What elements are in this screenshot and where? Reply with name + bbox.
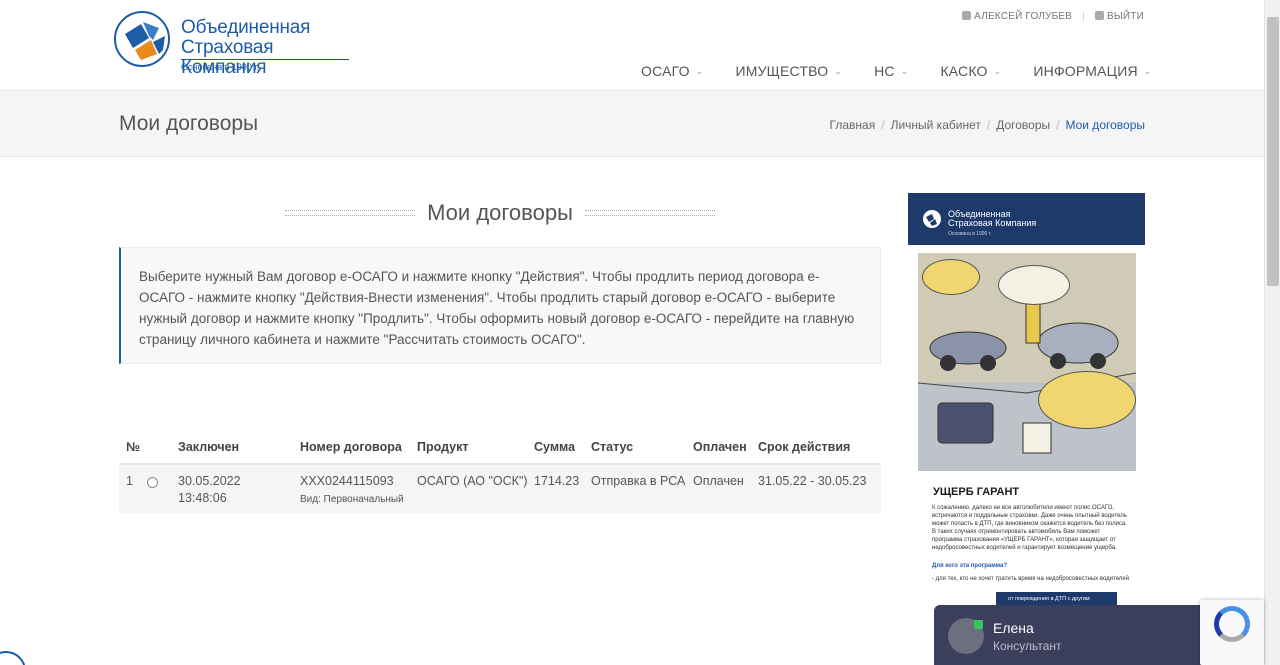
logo-subtitle: Основана в 1990 г.	[181, 62, 260, 72]
chevron-down-icon: ⌄	[695, 65, 704, 76]
nav-item-ns[interactable]: НС ⌄	[874, 63, 908, 79]
nav-label: ОСАГО	[641, 63, 690, 79]
logo-line-1: Объединенная	[181, 17, 311, 38]
nav-item-kasko[interactable]: КАСКО ⌄	[940, 63, 1001, 79]
logo-underline	[181, 59, 349, 60]
heading-decor-right	[584, 210, 716, 216]
chevron-down-icon: ⌄	[993, 65, 1002, 76]
nav-label: ИНФОРМАЦИЯ	[1033, 63, 1138, 79]
section-heading: Мои договоры	[285, 200, 716, 226]
site-header: Объединенная Страховая Компания Основана…	[0, 0, 1264, 91]
chevron-down-icon: ⌄	[900, 65, 909, 76]
nav-label: КАСКО	[940, 63, 988, 79]
breadcrumb-contracts[interactable]: Договоры	[996, 118, 1050, 132]
header-amount: Сумма	[534, 440, 576, 454]
row-contract: XXX0244115093 Вид: Первоначальный	[300, 473, 417, 513]
page-scrollbar[interactable]	[1264, 0, 1280, 665]
online-status-icon	[974, 620, 983, 629]
user-name: АЛЕКСЕЙ ГОЛУБЕВ	[974, 11, 1073, 22]
nav-item-info[interactable]: ИНФОРМАЦИЯ ⌄	[1033, 63, 1151, 79]
nav-label: ИМУЩЕСТВО	[735, 63, 829, 79]
banner-title: УЩЕРБ ГАРАНТ	[933, 486, 1020, 498]
table-row[interactable]: 1 30.05.2022 13:48:06 XXX0244115093 Вид:…	[119, 465, 881, 513]
contracts-table: № Заключен Номер договора Продукт Сумма …	[119, 432, 881, 513]
row-amount: 1714.23	[534, 474, 580, 488]
nav-item-property[interactable]: ИМУЩЕСТВО ⌄	[735, 63, 842, 79]
breadcrumb-home[interactable]: Главная	[830, 118, 876, 132]
user-icon	[962, 11, 972, 20]
chat-agent-name: Елена	[993, 620, 1034, 636]
banner-logo-line-2: Страховая Компания	[948, 218, 1037, 228]
breadcrumb: Главная / Личный кабинет / Договоры / Мо…	[830, 118, 1145, 132]
chat-widget[interactable]: Елена Консультант	[934, 605, 1236, 665]
row-select	[147, 473, 178, 513]
header-contract-number: Номер договора	[300, 440, 402, 454]
chat-agent-role: Консультант	[993, 639, 1062, 653]
banner-logo-text: Объединенная Страховая Компания	[948, 210, 1036, 228]
nav-item-osago[interactable]: ОСАГО ⌄	[641, 63, 703, 79]
header-number: №	[126, 440, 140, 454]
ad-banner[interactable]: Объединенная Страховая Компания Основана…	[908, 193, 1145, 665]
user-bar: АЛЕКСЕЙ ГОЛУБЕВ | ВЫЙТИ	[962, 11, 1144, 22]
header-product: Продукт	[417, 440, 469, 454]
speech-bubble	[1038, 371, 1136, 429]
banner-answer: - для тех, кто не хочет тратить время на…	[932, 576, 1130, 582]
banner-text: К сожалению, далеко не все автолюбители …	[932, 505, 1127, 551]
row-time: 13:48:06	[178, 491, 227, 505]
logout-icon	[1094, 11, 1104, 20]
comic-illustration	[918, 253, 1136, 471]
topbar-divider: |	[1082, 11, 1085, 22]
logo-mark-icon	[114, 11, 170, 67]
breadcrumb-separator: /	[986, 118, 991, 132]
logout-link[interactable]: ВЫЙТИ	[1094, 11, 1144, 22]
heading-decor-left	[285, 210, 416, 216]
header-term: Срок действия	[758, 440, 851, 454]
row-product: ОСАГО (АО "ОСК")	[417, 474, 528, 488]
header-paid: Оплачен	[693, 440, 747, 454]
banner-logo-icon	[923, 210, 941, 228]
recaptcha-icon	[1214, 606, 1250, 642]
row-radio[interactable]	[147, 477, 158, 488]
speech-bubble	[998, 265, 1070, 305]
row-concluded: 30.05.2022 13:48:06	[178, 473, 300, 513]
breadcrumb-cabinet[interactable]: Личный кабинет	[891, 118, 981, 132]
section-title: Мои договоры	[427, 200, 573, 225]
scrollbar-thumb[interactable]	[1267, 17, 1279, 286]
header-concluded: Заключен	[178, 440, 240, 454]
chevron-down-icon: ⌄	[834, 65, 843, 76]
breadcrumb-separator: /	[1056, 118, 1060, 132]
logo-line-2: Страховая Компания	[181, 37, 274, 78]
corner-widget-icon[interactable]	[0, 651, 26, 665]
header-status: Статус	[591, 440, 634, 454]
banner-cta[interactable]: от повреждения в ДТП с другим	[996, 592, 1117, 606]
table-header: № Заключен Номер договора Продукт Сумма …	[119, 432, 881, 465]
banner-question: Для кого эта программа?	[932, 563, 1008, 569]
chevron-down-icon: ⌄	[1143, 65, 1152, 76]
banner-header: Объединенная Страховая Компания Основана…	[908, 193, 1145, 245]
breadcrumb-current: Мои договоры	[1065, 118, 1145, 132]
logout-label: ВЫЙТИ	[1106, 11, 1144, 22]
breadcrumb-separator: /	[881, 118, 885, 132]
company-logo[interactable]: Объединенная Страховая Компания Основана…	[113, 10, 353, 78]
main-nav: ОСАГО ⌄ ИМУЩЕСТВО ⌄ НС ⌄ КАСКО ⌄ ИНФОРМАЦИЯ ⌄	[641, 63, 1184, 79]
row-number: 1	[126, 474, 133, 488]
speech-bubble	[922, 259, 980, 295]
row-term: 31.05.22 - 30.05.23	[758, 474, 867, 488]
row-contract-number: XXX0244115093	[300, 474, 394, 488]
page-title: Мои договоры	[119, 112, 259, 135]
page-titlebar: Мои договоры Главная / Личный кабинет / …	[0, 91, 1264, 157]
row-status: Отправка в РСА	[591, 474, 686, 488]
nav-label: НС	[874, 63, 895, 79]
row-paid: Оплачен	[693, 474, 744, 488]
info-notice: Выберите нужный Вам договор е-ОСАГО и на…	[119, 247, 881, 364]
row-date: 30.05.2022	[178, 474, 241, 488]
row-contract-type: Вид: Первоначальный	[300, 494, 404, 505]
banner-logo-sub: Основана в 1990 г.	[948, 231, 992, 237]
user-link[interactable]: АЛЕКСЕЙ ГОЛУБЕВ	[962, 11, 1072, 22]
recaptcha-badge[interactable]	[1200, 600, 1264, 665]
